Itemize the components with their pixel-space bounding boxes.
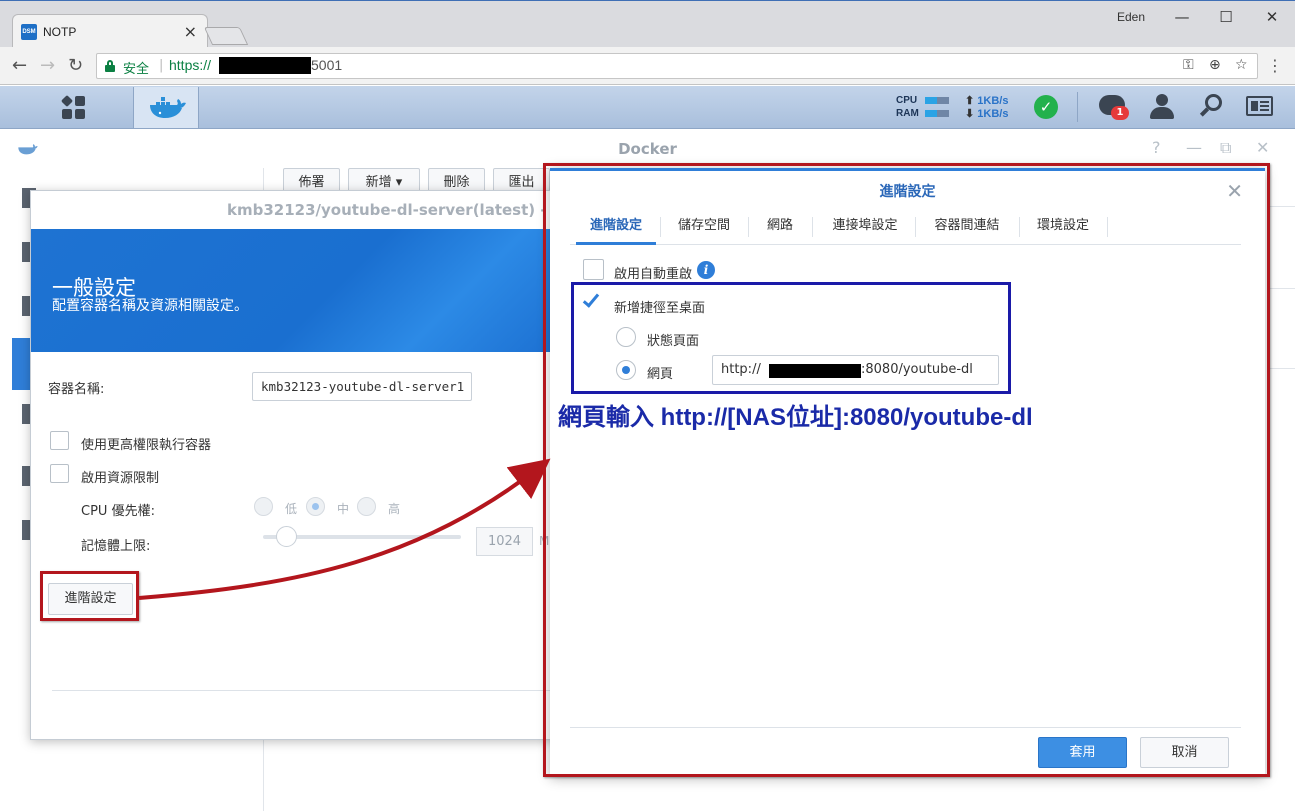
annotation-arrow bbox=[138, 458, 551, 600]
